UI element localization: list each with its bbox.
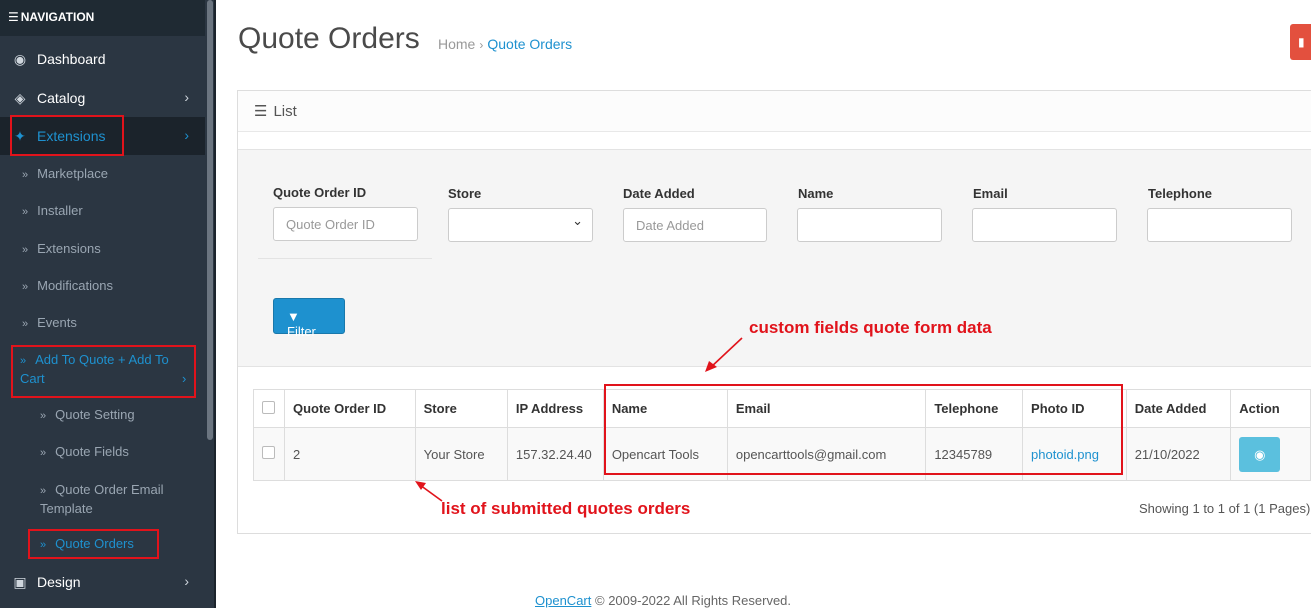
sidebar-sub-label: Modifications xyxy=(37,278,113,293)
cell-quote-order-id: 2 xyxy=(283,427,416,481)
filter-button[interactable]: ▼ Filter xyxy=(273,298,345,339)
list-icon: ☰ xyxy=(254,103,268,120)
nav-header[interactable]: ☰ NAVIGATION xyxy=(0,0,205,36)
column-header[interactable]: IP Address xyxy=(506,389,604,428)
filter-label-quote-order-id: Quote Order ID xyxy=(273,185,367,200)
sidebar-sub-label: Quote Fields xyxy=(55,444,129,459)
row-select-cell xyxy=(253,427,285,481)
sidebar-item-label: Catalog xyxy=(37,90,86,106)
store-select[interactable] xyxy=(448,208,593,242)
panel-heading: ☰ List xyxy=(238,91,1311,132)
panel-title: List xyxy=(273,103,297,120)
angle-double-right-icon: » xyxy=(40,485,47,497)
view-button[interactable]: ◉ xyxy=(1239,436,1281,472)
filter-label-email: Email xyxy=(973,186,1008,201)
column-header: Action xyxy=(1230,389,1311,428)
breadcrumb-quote-orders[interactable]: Quote Orders xyxy=(487,36,572,52)
date-added-input[interactable]: Date Added xyxy=(623,208,767,242)
filter-button-label: Filter xyxy=(287,324,316,339)
column-header[interactable]: Store xyxy=(414,389,508,428)
filter-label-name: Name xyxy=(798,186,834,201)
sidebar-item-extensions-sub[interactable]: » Extensions xyxy=(0,240,205,259)
filter-label-date-added: Date Added xyxy=(623,186,695,201)
highlight-box xyxy=(10,115,124,156)
sidebar-item-catalog[interactable]: ◈ Catalog › xyxy=(0,79,205,117)
divider xyxy=(258,258,432,259)
tags-icon: ◈ xyxy=(14,89,26,106)
bars-icon: ☰ xyxy=(8,10,19,24)
pagination-info: Showing 1 to 1 of 1 (1 Pages) xyxy=(1139,501,1311,516)
highlight-box xyxy=(11,345,196,398)
divider xyxy=(214,0,216,608)
monitor-icon: ▣ xyxy=(13,573,27,590)
name-input[interactable] xyxy=(797,208,942,242)
annotation-arrow-icon xyxy=(415,481,443,502)
breadcrumb: Home › Quote Orders xyxy=(438,36,572,52)
column-header[interactable]: Quote Order ID xyxy=(283,389,416,428)
angle-double-right-icon: » xyxy=(22,244,29,256)
chevron-right-icon: › xyxy=(184,127,189,143)
sidebar-sub-label: Installer xyxy=(37,203,83,218)
sidebar-item-events[interactable]: » Events xyxy=(0,314,205,333)
email-input[interactable] xyxy=(972,208,1117,242)
highlight-box xyxy=(604,384,1123,475)
angle-double-right-icon: » xyxy=(22,318,29,330)
chevron-right-icon: › xyxy=(184,89,189,105)
sidebar: ☰ NAVIGATION ◉ Dashboard ◈ Catalog › ✦ Ex… xyxy=(0,0,205,608)
column-header[interactable]: Date Added xyxy=(1125,389,1232,428)
sidebar-item-dashboard[interactable]: ◉ Dashboard xyxy=(0,40,205,78)
angle-double-right-icon: » xyxy=(22,169,29,181)
sidebar-sub-label: Extensions xyxy=(37,241,101,256)
dashboard-icon: ◉ xyxy=(13,50,27,67)
sidebar-item-installer[interactable]: » Installer xyxy=(0,202,205,221)
nav-header-label: NAVIGATION xyxy=(20,10,95,24)
breadcrumb-home[interactable]: Home xyxy=(438,36,475,52)
sidebar-sub-label: Quote Order Email Template xyxy=(40,482,164,516)
sidebar-item-label: Dashboard xyxy=(37,51,106,67)
delete-button[interactable]: ▮ xyxy=(1290,24,1311,60)
sidebar-item-design[interactable]: ▣ Design › xyxy=(0,563,205,601)
angle-double-right-icon: » xyxy=(40,447,47,459)
select-all-checkbox[interactable] xyxy=(262,400,275,414)
sidebar-item-quote-email-template[interactable]: » Quote Order Email Template xyxy=(0,481,175,518)
sidebar-item-quote-fields[interactable]: » Quote Fields xyxy=(0,443,205,462)
opencart-link[interactable]: OpenCart xyxy=(535,593,591,608)
telephone-input[interactable] xyxy=(1147,208,1292,242)
eye-icon: ◉ xyxy=(1254,446,1266,462)
quote-order-id-input[interactable]: Quote Order ID xyxy=(273,207,418,241)
annotation-arrow-icon xyxy=(705,337,743,372)
sidebar-sub-label: Events xyxy=(37,315,77,330)
sidebar-item-marketplace[interactable]: » Marketplace xyxy=(0,165,205,184)
scrollbar-thumb[interactable] xyxy=(207,0,213,440)
annotation-custom-fields: custom fields quote form data xyxy=(749,318,992,337)
footer-copyright: © 2009-2022 All Rights Reserved. xyxy=(595,593,792,608)
footer: OpenCart © 2009-2022 All Rights Reserved… xyxy=(535,593,791,608)
filter-label-store: Store xyxy=(448,186,482,201)
page-title: Quote Orders xyxy=(238,22,420,55)
filter-label-telephone: Telephone xyxy=(1148,186,1213,201)
chevron-right-icon: › xyxy=(184,573,189,589)
sidebar-item-quote-setting[interactable]: » Quote Setting xyxy=(0,406,205,425)
angle-double-right-icon: » xyxy=(22,281,29,293)
cell-ip-address: 157.32.24.40 xyxy=(506,427,604,481)
annotation-list: list of submitted quotes orders xyxy=(441,499,691,518)
angle-double-right-icon: » xyxy=(22,206,29,218)
trash-icon: ▮ xyxy=(1298,35,1305,49)
cell-date-added: 21/10/2022 xyxy=(1125,427,1232,481)
sidebar-sub-label: Marketplace xyxy=(37,166,108,181)
breadcrumb-separator: › xyxy=(479,38,484,52)
row-checkbox[interactable] xyxy=(262,446,275,459)
angle-double-right-icon: » xyxy=(40,410,47,422)
filter-icon: ▼ xyxy=(287,309,300,324)
cell-store: Your Store xyxy=(414,427,508,481)
sidebar-sub-label: Quote Setting xyxy=(55,407,135,422)
highlight-box xyxy=(28,529,159,559)
sidebar-item-label: Design xyxy=(37,574,81,590)
cell-action: ◉ xyxy=(1230,427,1311,481)
select-all-header xyxy=(253,389,285,428)
sidebar-item-modifications[interactable]: » Modifications xyxy=(0,277,205,296)
